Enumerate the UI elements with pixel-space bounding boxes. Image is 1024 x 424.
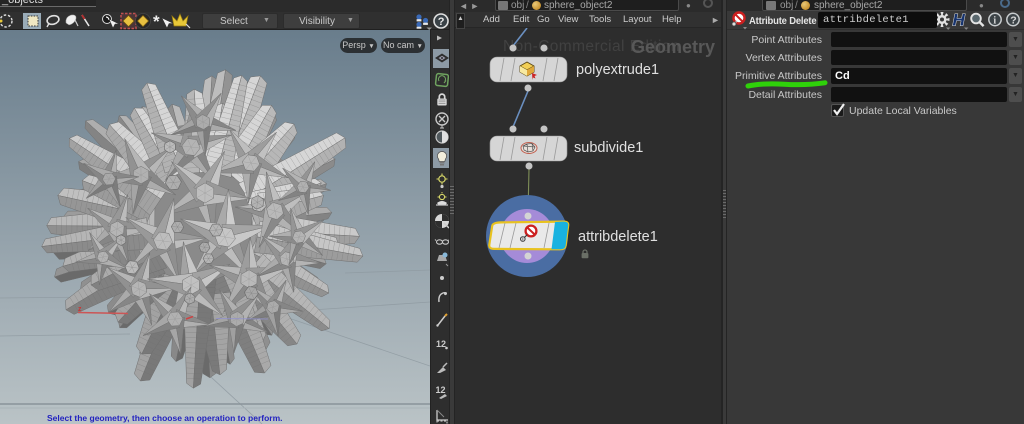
svg-text:12: 12 bbox=[436, 385, 446, 395]
svg-text:H: H bbox=[953, 11, 966, 30]
svg-text:i: i bbox=[993, 16, 996, 27]
svg-text:12: 12 bbox=[436, 339, 446, 349]
svg-text:?: ? bbox=[1010, 14, 1016, 26]
svg-text:*: * bbox=[153, 12, 160, 30]
svg-text:z: z bbox=[78, 306, 82, 313]
svg-text:?: ? bbox=[438, 16, 445, 28]
